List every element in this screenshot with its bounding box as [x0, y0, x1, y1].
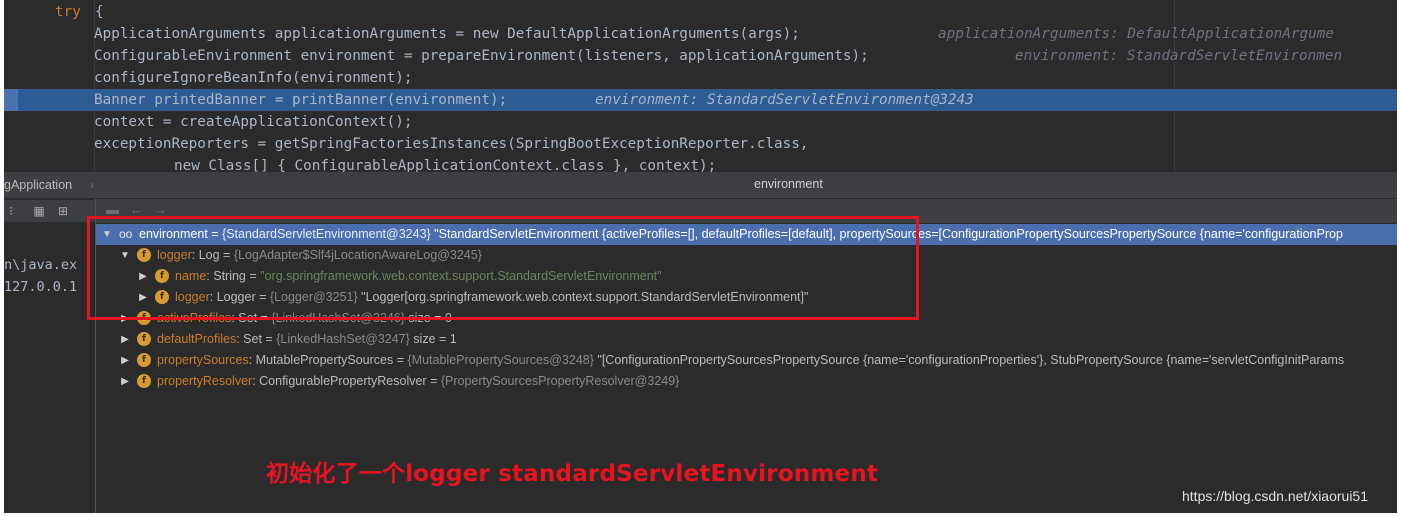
forward-arrow-icon[interactable]: →: [154, 202, 167, 217]
resize-handle-icon[interactable]: ⁝: [4, 204, 18, 218]
code-text: configureIgnoreBeanInfo(environment);: [94, 70, 413, 86]
evaluate-popup-title: environment: [754, 177, 823, 191]
code-line[interactable]: ConfigurableEnvironment environment = pr…: [4, 45, 1397, 67]
execution-point-marker: [4, 89, 18, 111]
field-icon: f: [137, 332, 151, 346]
var-name: propertySources: [157, 353, 249, 367]
code-line[interactable]: exceptionReporters = getSpringFactoriesI…: [4, 133, 1397, 155]
code-editor[interactable]: try { ApplicationArguments applicationAr…: [4, 0, 1397, 172]
code-line[interactable]: new Class[] { ConfigurableApplicationCon…: [4, 155, 1397, 172]
chevron-right-icon[interactable]: ›: [90, 172, 94, 198]
try-keyword: try: [55, 4, 81, 20]
code-text: exceptionReporters = getSpringFactoriesI…: [94, 136, 809, 152]
code-text: ApplicationArguments applicationArgument…: [94, 26, 800, 42]
collapse-arrow-icon[interactable]: ▶: [119, 329, 131, 350]
var-name: defaultProfiles: [157, 332, 237, 346]
console-column: n\java.ex 127.0.0.1: [4, 199, 96, 513]
code-text: context = createApplicationContext();: [94, 114, 413, 130]
tree-row-defaultprofiles[interactable]: ▶ f defaultProfiles: Set = {LinkedHashSe…: [96, 329, 1397, 350]
var-type: Set: [243, 332, 262, 346]
inline-debug-value: applicationArguments: DefaultApplication…: [938, 26, 1334, 42]
inline-debug-value: environment: StandardServletEnvironment@…: [595, 92, 974, 108]
inline-debug-value: environment: StandardServletEnvironmen: [1015, 48, 1343, 64]
tree-row-propertysources[interactable]: ▶ f propertySources: MutablePropertySour…: [96, 350, 1397, 371]
console-toolbar: ⁝ ▦ ⊞: [4, 200, 95, 222]
current-execution-line[interactable]: Banner printedBanner = printBanner(envir…: [4, 89, 1397, 111]
run-config-tab[interactable]: gApplication: [4, 172, 72, 198]
var-ref: {LinkedHashSet@3247}: [276, 332, 410, 346]
tree-row-propertyresolver[interactable]: ▶ f propertyResolver: ConfigurableProper…: [96, 371, 1397, 392]
field-icon: f: [137, 353, 151, 367]
watermark-url: https://blog.csdn.net/xiaorui51: [1182, 488, 1369, 504]
var-value: size = 1: [409, 332, 457, 346]
code-line[interactable]: try {: [4, 1, 1397, 23]
var-ref: {MutablePropertySources@3248}: [407, 353, 594, 367]
code-text: ConfigurableEnvironment environment = pr…: [94, 48, 869, 64]
highlight-annotation-box: [87, 216, 919, 320]
annotation-text: 初始化了一个logger standardServletEnvironment: [266, 461, 879, 487]
code-text: Banner printedBanner = printBanner(envir…: [94, 92, 508, 108]
var-type: MutablePropertySources: [255, 353, 394, 367]
collapse-arrow-icon[interactable]: ▶: [119, 350, 131, 371]
console-text: 127.0.0.1: [4, 279, 78, 295]
var-value: "[ConfigurationPropertySourcesPropertySo…: [593, 353, 1345, 367]
debug-tab-strip: gApplication › environment: [4, 172, 1397, 199]
back-arrow-icon[interactable]: ←: [130, 202, 143, 217]
code-line[interactable]: configureIgnoreBeanInfo(environment);: [4, 67, 1397, 89]
brace: {: [95, 4, 104, 20]
var-name: propertyResolver: [157, 374, 253, 388]
var-ref: {PropertySourcesPropertyResolver@3249}: [440, 374, 680, 388]
field-icon: f: [137, 374, 151, 388]
layout-icon[interactable]: ⊞: [56, 204, 70, 218]
grid-icon[interactable]: ▦: [32, 204, 46, 218]
folder-icon[interactable]: ▬: [106, 202, 119, 217]
code-text: new Class[] { ConfigurableApplicationCon…: [174, 158, 717, 172]
collapse-arrow-icon[interactable]: ▶: [119, 371, 131, 392]
code-line[interactable]: ApplicationArguments applicationArgument…: [4, 23, 1397, 45]
var-type: ConfigurablePropertyResolver: [259, 374, 427, 388]
code-line[interactable]: context = createApplicationContext();: [4, 111, 1397, 133]
console-text: n\java.ex: [4, 257, 78, 273]
